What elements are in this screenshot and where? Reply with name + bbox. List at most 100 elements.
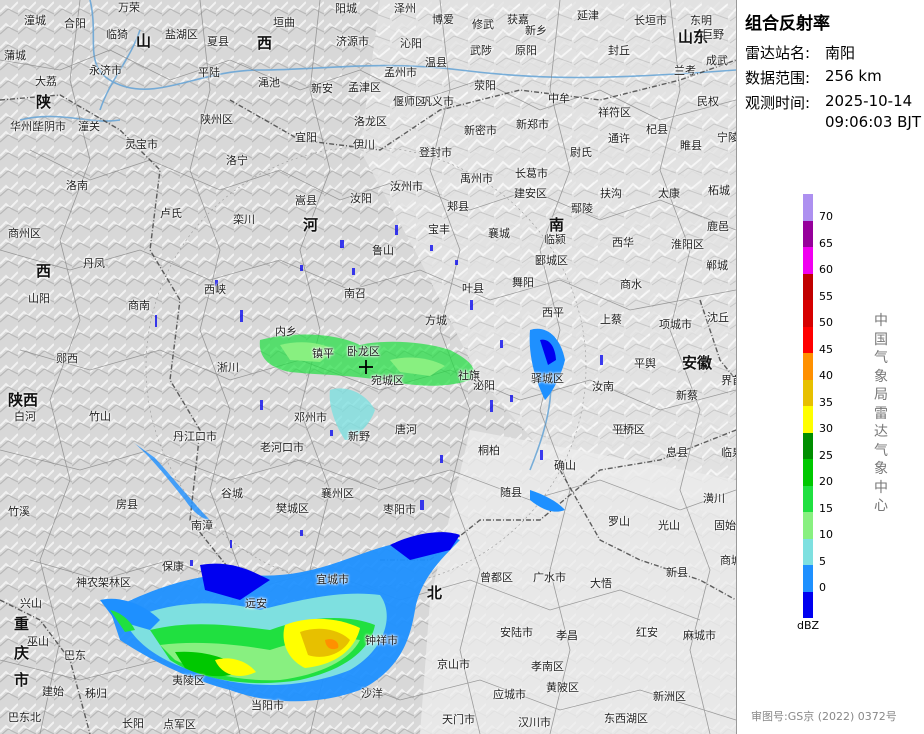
place-label: 光山 xyxy=(658,519,680,532)
place-label: 尉氏 xyxy=(570,146,592,159)
agency-vertical-text: 中国气象局雷达气象中心 xyxy=(874,313,888,514)
legend-swatch xyxy=(803,247,813,274)
station-label: 雷达站名: xyxy=(745,44,811,62)
place-label: 夏县 xyxy=(207,35,229,48)
legend-tick-label: 30 xyxy=(819,422,833,435)
place-label: 新安 xyxy=(311,82,333,95)
place-label: 杞县 xyxy=(646,123,668,136)
legend-tick-label: 10 xyxy=(819,528,833,541)
place-label: 红安 xyxy=(636,626,658,639)
place-label: 神农架林区 xyxy=(76,576,131,589)
place-label: 长葛市 xyxy=(515,167,548,180)
place-label: 建始 xyxy=(42,685,64,698)
place-label: 界首 xyxy=(721,374,736,387)
province-label-shaanxi: 陕 xyxy=(36,93,52,111)
place-label: 枣阳市 xyxy=(383,503,416,516)
place-label: 竹山 xyxy=(89,410,111,423)
place-label: 卢氏 xyxy=(160,207,182,220)
place-label: 临猗 xyxy=(106,28,128,41)
place-label: 新县 xyxy=(666,566,688,579)
province-label-henan: 河 xyxy=(303,216,319,234)
radar-map: 山 西 陕 河 南 西 陕西 山东 安徽 北 重 庆 市 潼城 合阳 万荣 盐湖区 垣曲… xyxy=(0,0,737,734)
place-label: 陕州区 xyxy=(200,113,233,126)
place-label: 阳城 xyxy=(335,2,357,15)
legend-tick-label: 45 xyxy=(819,342,833,356)
place-label: 洛宁 xyxy=(226,154,248,167)
place-label: 原阳 xyxy=(515,44,537,57)
place-label: 新洲区 xyxy=(653,690,686,703)
place-label: 宝丰 xyxy=(428,223,450,236)
station-value: 南阳 xyxy=(825,44,856,62)
place-label: 黄陂区 xyxy=(546,681,579,694)
place-label: 建安区 xyxy=(514,187,547,200)
place-label: 新郑市 xyxy=(516,118,549,131)
place-label: 鄢陵 xyxy=(571,202,593,215)
place-label: 孟州市 xyxy=(384,66,417,79)
place-label: 桐柏 xyxy=(478,444,500,457)
place-label: 孟津区 xyxy=(348,81,381,94)
place-label: 白河 xyxy=(14,410,36,423)
place-label: 邓州市 xyxy=(294,411,327,424)
place-label: 保康 xyxy=(162,560,184,573)
place-label: 兴山 xyxy=(20,597,42,610)
place-label: 巩义市 xyxy=(421,95,454,108)
place-label: 南漳 xyxy=(191,519,213,532)
place-label: 平陆 xyxy=(198,66,220,79)
place-label: 麻城市 xyxy=(683,629,716,642)
place-label: 郸城 xyxy=(706,259,728,272)
place-label: 东明 xyxy=(690,14,712,27)
place-label: 武陟 xyxy=(470,44,492,57)
place-label: 巨野 xyxy=(702,28,724,41)
place-label: 大悟 xyxy=(590,577,612,590)
place-label: 镇平 xyxy=(312,347,334,360)
place-label: 汝州市 xyxy=(390,180,423,193)
place-label: 柘城 xyxy=(708,184,730,197)
place-label: 兰考 xyxy=(674,64,696,77)
place-label: 郧西 xyxy=(56,352,78,365)
legend-tick-label: 65 xyxy=(819,236,833,250)
legend-tick-label: 40 xyxy=(819,369,833,382)
place-label: 长阳 xyxy=(122,717,144,730)
place-label: 商城 xyxy=(720,554,736,567)
province-label-hubei: 北 xyxy=(427,584,443,602)
legend-tick-label: 55 xyxy=(819,289,833,303)
legend-swatch xyxy=(803,538,813,565)
place-label: 京山市 xyxy=(437,658,470,671)
legend-swatch xyxy=(803,220,813,247)
product-title: 组合反射率 xyxy=(745,14,830,34)
legend-tick-label: 50 xyxy=(819,316,833,329)
place-label: 沁阳 xyxy=(400,37,422,50)
place-label: 沈丘 xyxy=(707,311,729,324)
place-label: 孝南区 xyxy=(531,660,564,673)
place-label: 中牟 xyxy=(548,92,570,105)
place-label: 新密市 xyxy=(464,124,497,137)
place-label: 孝昌 xyxy=(556,629,578,642)
place-label: 竹溪 xyxy=(8,505,30,518)
place-label: 丹江口市 xyxy=(173,430,217,443)
province-label-shanxi: 西 xyxy=(257,34,273,52)
place-label: 睢县 xyxy=(680,139,702,152)
place-label: 扶沟 xyxy=(600,187,622,200)
place-label: 济源市 xyxy=(336,35,369,48)
place-label: 方城 xyxy=(425,314,447,327)
place-label: 合阳 xyxy=(64,17,86,30)
place-label: 项城市 xyxy=(659,318,692,331)
place-label: 垣曲 xyxy=(273,16,295,29)
station-row: 雷达站名: 南阳 xyxy=(745,42,855,63)
place-label: 鹿邑 xyxy=(707,220,729,233)
place-label: 谷城 xyxy=(221,487,243,500)
place-label: 大荔 xyxy=(35,75,57,88)
color-legend-bar xyxy=(803,194,813,618)
legend-tick-label: 25 xyxy=(819,448,833,462)
place-label: 商南 xyxy=(128,299,150,312)
place-label: 永济市 xyxy=(89,64,122,77)
legend-tick-label: 15 xyxy=(819,501,833,515)
place-label: 南召 xyxy=(344,287,366,300)
place-label: 嵩县 xyxy=(295,194,317,207)
place-label: 安陆市 xyxy=(500,626,533,639)
range-value: 256 km xyxy=(825,67,882,85)
place-label: 宁陵 xyxy=(717,131,737,144)
place-label: 秭归 xyxy=(85,687,107,700)
place-label: 卧龙区 xyxy=(347,345,380,358)
place-label: 西华 xyxy=(612,236,634,249)
